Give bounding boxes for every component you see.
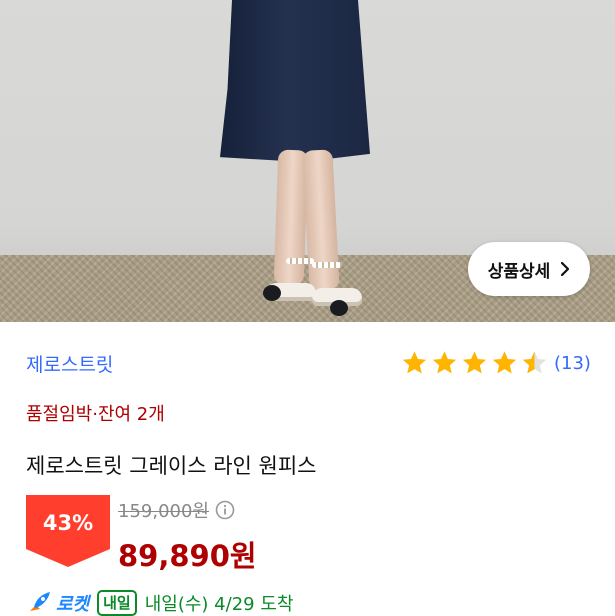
star-full-icon [402, 351, 427, 374]
photo-shoe-strap [312, 262, 342, 268]
stock-urgency: 품절임박·잔여 2개 [26, 404, 165, 425]
review-count[interactable]: (13) [554, 353, 591, 374]
product-detail-button[interactable]: 상품상세 [468, 242, 590, 296]
rocket-icon [30, 592, 50, 611]
product-title: 제로스트릿 그레이스 라인 원피스 [26, 454, 317, 478]
photo-shoe-toe [263, 285, 281, 301]
discount-badge: 43% [26, 495, 110, 567]
chevron-right-icon [561, 261, 570, 277]
star-full-icon [432, 351, 457, 374]
photo-shoe-strap [286, 258, 314, 264]
product-detail-label: 상품상세 [487, 261, 551, 281]
rating[interactable]: (13) [400, 349, 591, 377]
sale-price: 89,890원 [118, 539, 257, 573]
original-price: 159,000원 [118, 501, 209, 522]
discount-rate: 43% [42, 511, 94, 535]
rocket-badge-label: 로켓 [56, 594, 90, 615]
star-half-icon [522, 351, 547, 374]
photo-leg [302, 149, 340, 291]
delivery-row: 로켓 내일 내일(수) 4/29 도착 [26, 590, 293, 616]
star-full-icon [462, 351, 487, 374]
photo-skirt [220, 0, 370, 162]
photo-shoe-toe [330, 300, 348, 316]
brand-link[interactable]: 제로스트릿 [26, 350, 113, 377]
tomorrow-badge: 내일 [97, 590, 137, 616]
star-full-icon [492, 351, 517, 374]
original-price-row: 159,000원 [118, 497, 235, 523]
info-icon[interactable] [215, 500, 235, 520]
delivery-date: 내일(수) 4/29 도착 [144, 594, 294, 615]
